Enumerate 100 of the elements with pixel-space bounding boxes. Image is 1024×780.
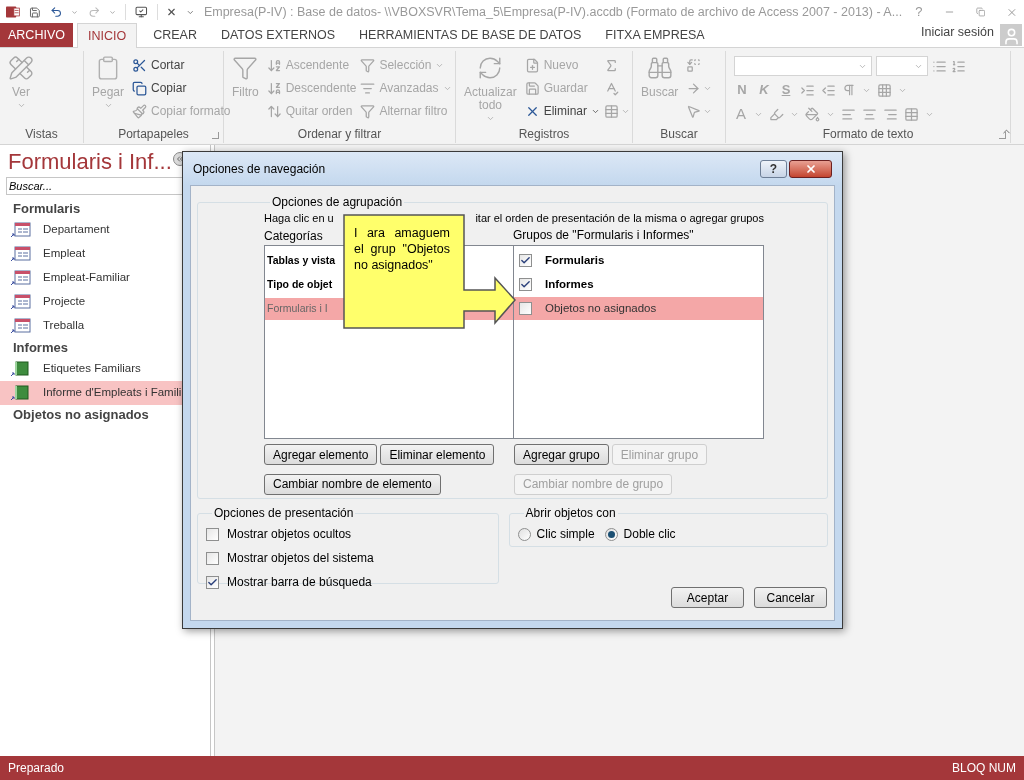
funnel-icon	[232, 55, 259, 81]
ribbon-tab[interactable]: INICIO	[76, 23, 138, 48]
form-icon	[10, 222, 31, 238]
group-legend: Opciones de agrupación	[270, 193, 405, 211]
nav-item[interactable]: Etiquetes Familiars	[0, 357, 210, 381]
form-view-icon[interactable]	[134, 4, 148, 20]
group-legend: Opciones de presentación	[212, 504, 356, 522]
option-label: Mostrar barra de búsqueda	[227, 574, 372, 591]
instruction-text: itar el orden de presentación de la misma o agregar grupos	[475, 211, 764, 225]
window-title: Empresa(P-IV) : Base de datos- \\VBOXSVR\Tema_5\Empresa(P-IV).accdb (Formato de archivo de Access 2007 - 2013) - A...	[203, 3, 903, 21]
group-item[interactable]: Formularis	[514, 249, 763, 272]
dialog-launcher-icon[interactable]	[999, 132, 1006, 139]
align-left-icon[interactable]	[841, 106, 856, 122]
radio-button[interactable]	[517, 527, 531, 541]
ribbon-tab[interactable]: DATOS EXTERNOS	[208, 23, 348, 47]
undo-icon[interactable]	[49, 4, 63, 20]
save-icon[interactable]	[29, 4, 41, 20]
funnel-icon	[360, 57, 376, 73]
form-icon	[10, 246, 31, 262]
ribbon-tab[interactable]: HERRAMIENTAS DE BASE DE DATOS	[347, 23, 594, 47]
ribbon-tab[interactable]: FITXA EMPRESA	[593, 23, 717, 47]
group-item[interactable]: Informes	[514, 273, 763, 296]
replace-icon	[686, 57, 702, 73]
ribbon-tab[interactable]: CREAR	[141, 23, 209, 47]
nav-item[interactable]: Empleat-Familiar	[0, 266, 210, 290]
paint-bucket-icon[interactable]	[805, 106, 820, 122]
status-indicator: BLOQ NUM	[952, 760, 1016, 777]
group-label: Formato de texto	[822, 126, 914, 143]
arrow-right-icon	[686, 80, 702, 96]
status-text: Preparado	[8, 760, 65, 777]
close-button[interactable]	[789, 159, 832, 178]
nav-item[interactable]: Projecte	[0, 290, 210, 314]
form-icon	[10, 270, 31, 286]
ribbon-command[interactable]: Copiar	[132, 78, 231, 98]
nav-item[interactable]: Treballa	[0, 314, 210, 338]
align-right-icon[interactable]	[883, 106, 898, 122]
sign-in-link[interactable]: Iniciar sesión	[921, 23, 994, 42]
dialog-button[interactable]: Cambiar nombre de elemento	[264, 473, 441, 495]
save-icon	[524, 80, 540, 96]
dialog-launcher-icon[interactable]	[212, 132, 219, 139]
radio-button[interactable]	[604, 527, 618, 541]
funnel-icon	[360, 103, 376, 119]
checkbox[interactable]	[206, 551, 219, 565]
checkbox[interactable]	[206, 527, 219, 541]
ribbon-tab[interactable]: ARCHIVO	[0, 23, 73, 47]
checkbox[interactable]	[519, 302, 532, 315]
outdent-icon[interactable]	[821, 82, 836, 98]
restore-icon[interactable]	[975, 6, 986, 18]
report-icon	[10, 385, 31, 401]
indent-icon[interactable]	[800, 82, 815, 98]
nav-item-label: Empleat	[43, 246, 86, 262]
nav-item-label: Projecte	[43, 294, 86, 310]
checkbox[interactable]	[206, 575, 219, 589]
redo-icon[interactable]	[87, 4, 101, 20]
option-label: Doble clic	[623, 526, 676, 543]
numbered-list-icon[interactable]	[951, 58, 966, 74]
alternate-color-icon[interactable]	[904, 106, 919, 122]
font-size-combo[interactable]	[876, 56, 928, 76]
form-icon	[10, 294, 31, 310]
option-label: Clic simple	[536, 526, 595, 543]
dialog-button[interactable]: Eliminar elemento	[380, 444, 495, 465]
pilcrow-icon[interactable]	[842, 83, 856, 97]
option-label: Mostrar objetos ocultos	[227, 526, 352, 543]
report-icon	[10, 361, 31, 377]
sort-arrows-icon	[266, 103, 282, 119]
nav-item[interactable]: Departament	[0, 218, 210, 242]
checkbox[interactable]	[519, 254, 532, 267]
gridlines-icon[interactable]	[877, 82, 892, 98]
sort-descending-icon	[266, 80, 282, 96]
nav-item-label: Departament	[43, 222, 110, 238]
ribbon-command[interactable]: Cortar	[132, 55, 231, 75]
help-button[interactable]: ?	[760, 159, 787, 178]
copy-icon	[132, 80, 148, 96]
instruction-text: Haga clic en u	[264, 211, 334, 225]
dialog-title: Opciones de navegación	[193, 160, 327, 178]
group-item[interactable]: Objetos no asignados	[514, 297, 763, 320]
option-label: Mostrar objetos del sistema	[227, 550, 374, 567]
group-label: Vistas	[25, 126, 58, 143]
groups-list[interactable]: Formularis Informes Objetos no asignados	[514, 245, 764, 439]
group-label-text: Objetos no asignados	[545, 300, 657, 316]
cursor-icon	[686, 103, 702, 119]
dialog-button[interactable]: Agregar elemento	[264, 444, 378, 465]
bullet-list-icon[interactable]	[932, 58, 947, 74]
ribbon-command[interactable]: Eliminar	[524, 101, 601, 121]
paintbrush-icon	[132, 103, 148, 119]
filter-list-icon	[360, 80, 376, 96]
dialog-button[interactable]: Cancelar	[754, 587, 827, 608]
checkbox[interactable]	[519, 278, 532, 291]
align-center-icon[interactable]	[862, 106, 877, 122]
dialog-button[interactable]: Aceptar	[671, 587, 744, 608]
caret-icon	[16, 101, 26, 110]
collapse-icon[interactable]	[175, 154, 185, 164]
caret-icon	[485, 114, 495, 123]
binoculars-icon	[646, 55, 673, 81]
pane-title: Formularis i Inf...	[8, 147, 172, 176]
caret-icon	[103, 101, 113, 110]
font-name-combo[interactable]	[734, 56, 872, 76]
dialog-button[interactable]: Agregar grupo	[514, 444, 609, 465]
highlighter-icon[interactable]	[769, 106, 784, 122]
nav-item[interactable]: Empleat	[0, 242, 210, 266]
